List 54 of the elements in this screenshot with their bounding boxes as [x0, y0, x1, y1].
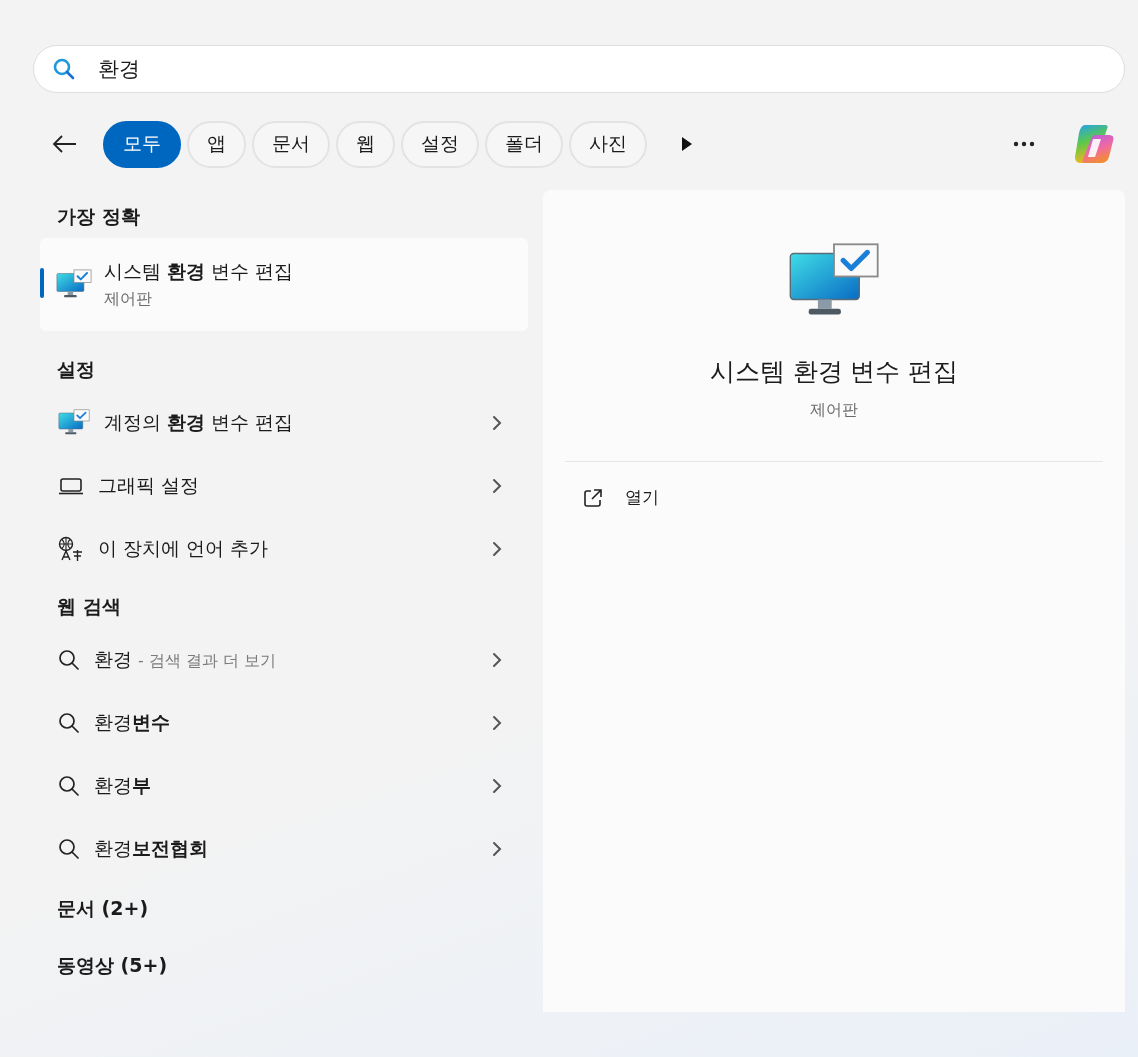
- filter-tab[interactable]: 설정: [401, 120, 479, 168]
- search-icon: [58, 837, 80, 860]
- section-heading: 가장 정확: [56, 204, 141, 229]
- chevron-right-icon: [492, 477, 502, 494]
- result-label: 계정의 환경 변수 편집: [104, 409, 295, 435]
- selection-indicator: [40, 268, 44, 298]
- chevron-right-icon: [492, 777, 502, 794]
- monitor-icon: [58, 408, 90, 437]
- search-icon: [58, 648, 80, 671]
- result-label: 환경보전협회: [94, 835, 209, 861]
- result-label: 이 장치에 언어 추가: [98, 535, 270, 561]
- result-title: 시스템 환경 변수 편집: [104, 259, 294, 284]
- search-icon: [53, 58, 75, 80]
- chevron-right-icon: [492, 540, 502, 557]
- filter-tab[interactable]: 모두: [103, 120, 181, 168]
- search-icon: [58, 711, 80, 734]
- section-heading: 설정: [56, 357, 96, 382]
- category-heading[interactable]: 동영상 (5+): [40, 937, 528, 994]
- filter-tab[interactable]: 사진: [569, 120, 647, 168]
- result-item[interactable]: 환경부: [40, 754, 528, 817]
- chevron-right-icon: [492, 651, 502, 668]
- result-label: 환경부: [94, 772, 152, 798]
- category-heading[interactable]: 문서 (2+): [40, 880, 528, 937]
- filter-tab[interactable]: 폴더: [485, 120, 563, 168]
- back-arrow-icon: [52, 134, 78, 154]
- monitor-icon: [56, 269, 92, 300]
- result-item[interactable]: 환경보전협회: [40, 817, 528, 880]
- result-label: 환경변수: [94, 709, 171, 735]
- result-label: 그래픽 설정: [98, 472, 201, 498]
- play-icon: [681, 136, 693, 152]
- preview-title: 시스템 환경 변수 편집: [709, 356, 959, 389]
- filter-tab[interactable]: 문서: [252, 120, 330, 168]
- chevron-right-icon: [492, 840, 502, 857]
- search-icon: [58, 774, 80, 797]
- result-item[interactable]: 환경 - 검색 결과 더 보기: [40, 628, 528, 691]
- more-icon: [1013, 141, 1035, 147]
- result-item[interactable]: 이 장치에 언어 추가: [40, 517, 528, 580]
- result-subtitle: 제어판: [104, 289, 153, 310]
- result-label: 환경 - 검색 결과 더 보기: [94, 646, 278, 672]
- chevron-right-icon: [492, 714, 502, 731]
- result-item[interactable]: 그래픽 설정: [40, 454, 528, 517]
- result-item[interactable]: 환경변수: [40, 691, 528, 754]
- open-button[interactable]: 열기: [573, 480, 669, 516]
- filter-tab[interactable]: 웹: [336, 120, 395, 168]
- best-match-item[interactable]: 시스템 환경 변수 편집 제어판: [40, 238, 528, 331]
- chevron-right-icon: [492, 414, 502, 431]
- section-heading: 웹 검색: [56, 594, 122, 619]
- preview-subtitle: 제어판: [810, 400, 858, 422]
- filter-tab[interactable]: 앱: [187, 120, 246, 168]
- language-icon: [58, 535, 84, 562]
- external-link-icon: [583, 487, 603, 508]
- search-field[interactable]: 환경: [33, 45, 1125, 93]
- result-item[interactable]: 계정의 환경 변수 편집: [40, 391, 528, 454]
- laptop-icon: [58, 476, 84, 495]
